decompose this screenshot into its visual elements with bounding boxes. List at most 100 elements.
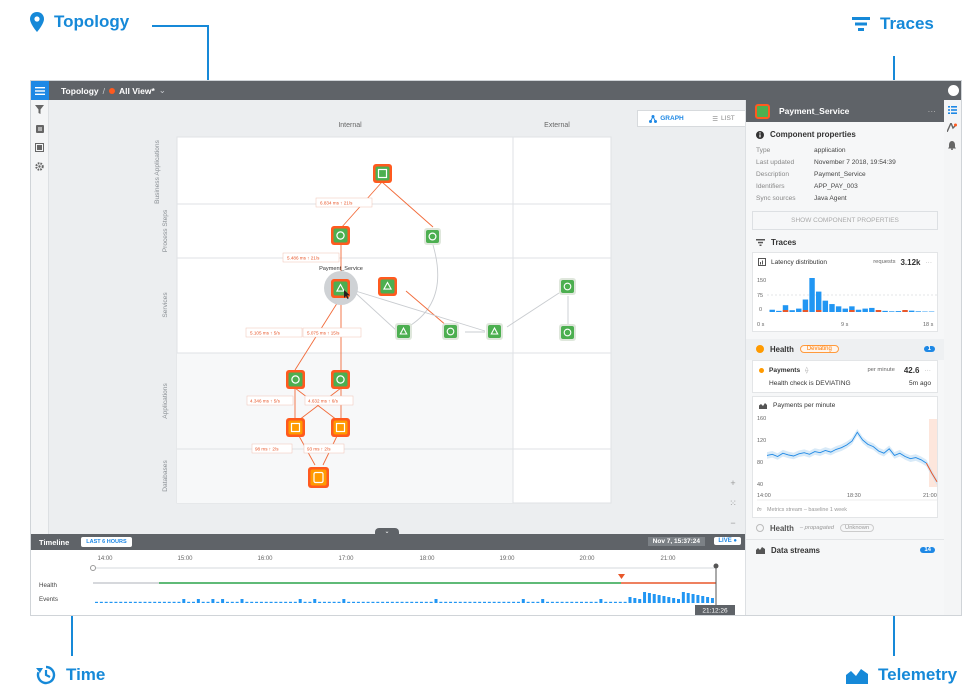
event-bar: [400, 601, 404, 603]
time-range-button[interactable]: LAST 6 HOURS: [81, 537, 132, 547]
node-service[interactable]: [442, 323, 459, 340]
timeline-tick: 17:00: [338, 556, 354, 562]
node-application[interactable]: [331, 370, 350, 389]
event-bar: [463, 601, 467, 603]
panel-icon[interactable]: [35, 143, 44, 152]
data-streams-row[interactable]: Data streams 14: [746, 538, 944, 561]
check-status-dot: [759, 367, 764, 373]
propagated-health-row[interactable]: Health – propagated Unknown: [746, 518, 944, 539]
ppm-x-tick: 21:00: [923, 493, 937, 499]
node-process-step[interactable]: [331, 226, 350, 245]
event-bar: [565, 601, 569, 603]
event-bar: [337, 601, 341, 603]
chevron-down-icon[interactable]: ⌄: [159, 85, 166, 96]
event-bar: [415, 601, 419, 603]
traces-section-title: Traces: [746, 236, 944, 252]
list-icon[interactable]: [947, 106, 957, 114]
user-icon[interactable]: [948, 85, 959, 96]
selected-node-label: Payment_Service: [319, 266, 363, 272]
property-row: Identifiers APP_PAY_003: [746, 181, 944, 193]
event-bar: [681, 592, 685, 603]
event-bar: [468, 601, 472, 603]
node-service[interactable]: [395, 323, 412, 340]
latency-bar: [796, 308, 802, 312]
event-bar: [250, 601, 254, 603]
row-label-process: Process Steps: [162, 209, 169, 252]
timeline-tick: 14:00: [97, 556, 113, 562]
latency-x-tick: 18 s: [923, 322, 934, 328]
property-value: Payment_Service: [814, 170, 866, 178]
event-bar: [570, 601, 574, 603]
event-bar: [182, 599, 186, 603]
node-service[interactable]: [378, 277, 397, 296]
node-process-step[interactable]: [424, 228, 441, 245]
event-bar: [187, 601, 191, 603]
more-options-icon[interactable]: ···: [928, 106, 937, 116]
event-bar: [550, 601, 554, 603]
node-business-app[interactable]: [373, 164, 392, 183]
event-bar: [148, 601, 152, 603]
timeline-start-handle[interactable]: [90, 565, 96, 571]
event-bar: [492, 601, 496, 603]
fit-view-icon[interactable]: ⁙: [729, 498, 737, 509]
timeline-tick: 16:00: [257, 556, 273, 562]
health-change-marker[interactable]: [618, 574, 625, 579]
event-bar: [322, 601, 326, 603]
health-row[interactable]: Health Deviating 1: [746, 338, 944, 360]
event-bar: [158, 601, 162, 603]
latency-error-bar: [875, 309, 882, 312]
property-row: Last updated November 7 2018, 19:54:39: [746, 156, 944, 168]
topology-canvas[interactable]: GRAPH ☰ LIST Internal External Business …: [49, 100, 753, 531]
event-bar: [584, 601, 588, 603]
zoom-out-icon[interactable]: −: [730, 518, 735, 528]
node-service[interactable]: [486, 323, 503, 340]
latency-chart: 150 75 0 0 s 9 s 18 s: [757, 277, 937, 328]
event-bar: [196, 599, 200, 603]
event-bar: [245, 601, 249, 603]
node-external-service[interactable]: [559, 278, 576, 295]
anomaly-icon[interactable]: [947, 123, 957, 132]
node-application[interactable]: [286, 418, 305, 437]
node-external-service[interactable]: [559, 324, 576, 341]
event-bar: [691, 594, 695, 603]
event-bar: [628, 597, 632, 603]
event-bar: [677, 599, 680, 603]
timeline-date[interactable]: Nov 7, 15:37:24: [647, 537, 705, 546]
payments-per-minute-card[interactable]: Payments per minute 160 120 80 40 14:00 …: [752, 395, 938, 518]
node-application[interactable]: [331, 418, 350, 437]
property-key: Description: [756, 170, 789, 178]
more-options-icon[interactable]: ···: [926, 259, 933, 266]
property-value: APP_PAY_003: [814, 183, 858, 191]
view-name[interactable]: All View*: [119, 86, 155, 96]
event-bar: [497, 601, 501, 603]
node-application[interactable]: [286, 370, 305, 389]
timeline-cursor-handle[interactable]: [713, 563, 719, 569]
payments-check-card[interactable]: Payments ⟠ per minute 42.6 ··· Health ch…: [752, 359, 938, 393]
timeline-row-health: Health: [39, 582, 57, 589]
ppm-y-tick: 160: [757, 416, 766, 422]
edge-label: 98 ms ↑ 2/s: [255, 447, 279, 452]
latency-bar: [908, 310, 915, 312]
node-database[interactable]: [308, 467, 329, 488]
edge-label: 5.486 ms ↑ 21/s: [287, 256, 320, 261]
clipboard-icon[interactable]: [35, 124, 44, 133]
event-bar: [419, 601, 423, 603]
filter-icon[interactable]: [35, 105, 44, 114]
more-options-icon[interactable]: ···: [924, 367, 931, 374]
event-bar: [153, 601, 157, 603]
latency-error-bar: [802, 309, 809, 312]
edge-label: 5.075 ms ↑ 15/s: [307, 331, 340, 336]
gear-icon[interactable]: [35, 162, 44, 171]
breadcrumb-root[interactable]: Topology: [61, 86, 99, 96]
event-bar: [138, 601, 142, 603]
menu-button[interactable]: [31, 81, 49, 100]
zoom-in-icon[interactable]: +: [730, 478, 735, 488]
event-bar: [652, 594, 656, 603]
show-properties-button[interactable]: SHOW COMPONENT PROPERTIES: [752, 210, 938, 230]
live-button[interactable]: LIVE ●: [714, 537, 741, 545]
bell-icon[interactable]: [948, 141, 956, 150]
zoom-controls: + ⁙ −: [726, 478, 740, 528]
timeline-chart[interactable]: 14:00 15:00 16:00 17:00 18:00 19:00 20:0…: [31, 550, 745, 616]
property-row: Description Payment_Service: [746, 168, 944, 180]
latency-card[interactable]: Latency distribution requests 3.12k ··· …: [752, 251, 938, 332]
